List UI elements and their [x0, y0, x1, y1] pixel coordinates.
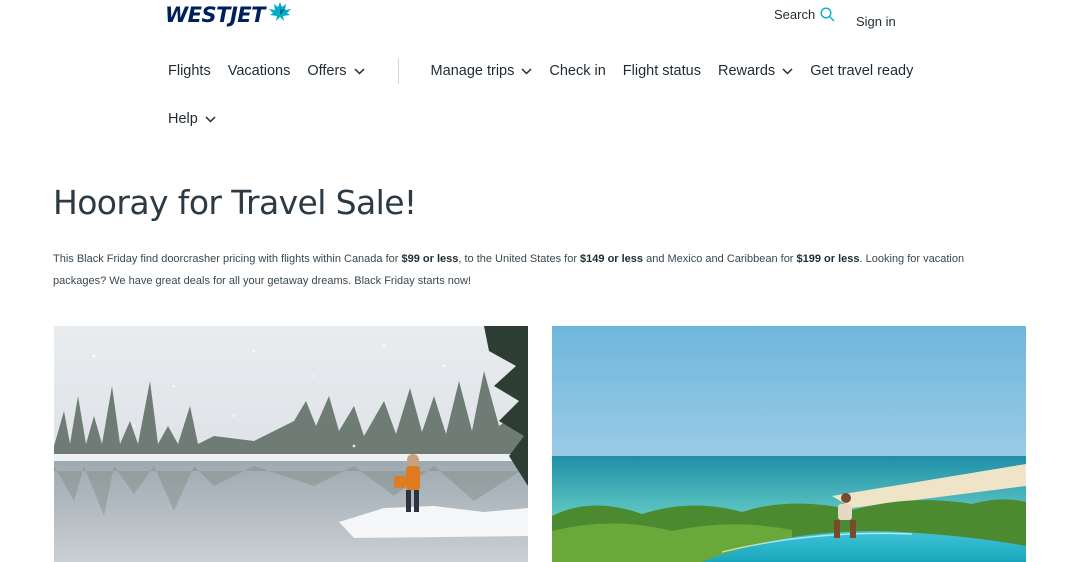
nav-help-label: Help [168, 111, 198, 127]
nav-flight-status-label: Flight status [622, 63, 701, 79]
sign-in-link[interactable]: Sign in [856, 14, 896, 29]
secondary-navigation: Help [168, 108, 216, 130]
nav-manage-trips[interactable]: Manage trips [431, 60, 533, 82]
intro-text-2: , to the United States for [458, 253, 581, 265]
intro-paragraph: This Black Friday find doorcrasher prici… [53, 248, 1013, 292]
mexico-caribbean-price: $199 or less [796, 253, 860, 265]
nav-check-in[interactable]: Check in [549, 60, 605, 82]
nav-rewards[interactable]: Rewards [718, 60, 793, 82]
logo-wordmark: WESTJET [165, 2, 265, 27]
page-title: Hooray for Travel Sale! [53, 183, 417, 222]
nav-manage-trips-label: Manage trips [430, 63, 515, 79]
chevron-down-icon [521, 67, 532, 75]
tropical-pool-image[interactable] [552, 326, 1026, 562]
sign-in-label: Sign in [856, 14, 896, 29]
intro-text-1: This Black Friday find doorcrasher prici… [53, 253, 402, 265]
us-price: $149 or less [580, 253, 644, 265]
nav-vacations-label: Vacations [227, 63, 291, 79]
intro-text-3: and Mexico and Caribbean for [643, 253, 797, 265]
nav-check-in-label: Check in [549, 63, 606, 79]
westjet-logo[interactable]: WESTJET [165, 1, 293, 28]
nav-get-travel-ready[interactable]: Get travel ready [810, 60, 913, 82]
chevron-down-icon [782, 67, 793, 75]
search-label: Search [774, 7, 816, 22]
nav-get-travel-ready-label: Get travel ready [810, 63, 914, 79]
search-icon [820, 7, 835, 22]
maple-leaf-icon [267, 1, 293, 28]
nav-help[interactable]: Help [168, 108, 216, 130]
search-button[interactable]: Search [774, 7, 835, 22]
main-navigation: Flights Vacations Offers Manage trips Ch… [168, 58, 913, 84]
winter-lake-image[interactable] [54, 326, 528, 562]
canada-price: $99 or less [401, 253, 459, 265]
nav-divider [397, 58, 399, 84]
nav-offers[interactable]: Offers [307, 60, 365, 82]
chevron-down-icon [354, 67, 365, 75]
nav-offers-label: Offers [307, 63, 347, 79]
nav-flights-label: Flights [168, 63, 211, 79]
nav-flights[interactable]: Flights [168, 60, 211, 82]
nav-rewards-label: Rewards [717, 63, 776, 79]
nav-vacations[interactable]: Vacations [228, 60, 291, 82]
chevron-down-icon [205, 115, 216, 123]
nav-flight-status[interactable]: Flight status [623, 60, 701, 82]
